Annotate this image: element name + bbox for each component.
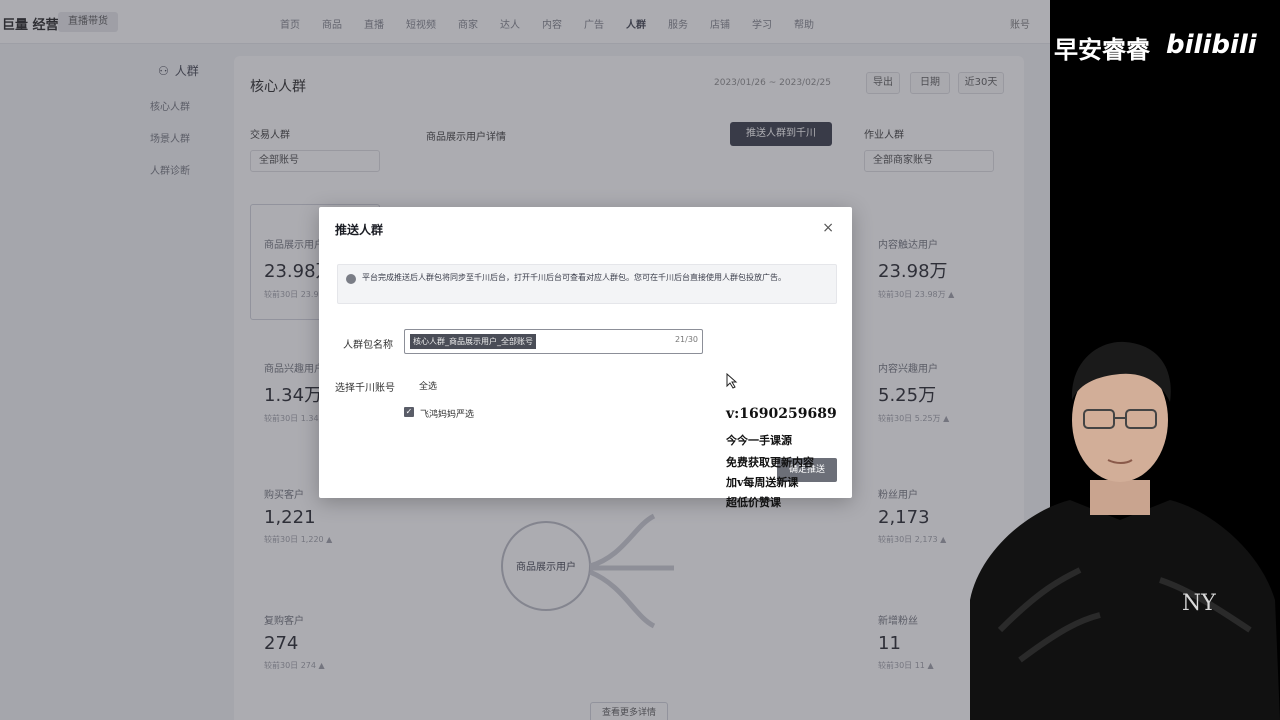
jacket	[970, 500, 1280, 720]
webcam-presenter: NY	[970, 341, 1280, 720]
close-icon[interactable]: ×	[822, 220, 834, 236]
package-name-value: 核心人群_商品展示用户_全部账号	[410, 334, 536, 349]
char-counter: 21/30	[674, 335, 698, 344]
streamer-name: 早安睿睿	[1054, 36, 1150, 64]
package-name-label: 人群包名称	[343, 340, 393, 351]
dialog-title: 推送人群	[335, 223, 384, 237]
watermark-line: 加v每周送新课	[726, 476, 799, 489]
account-option[interactable]: 飞鸿妈妈严选	[420, 407, 474, 420]
screen: 巨量 经营 直播带货 首页 商品 直播 短视频 商家 达人 内容 广告 人群 服务 店铺 学习 帮助 账…	[0, 0, 1280, 720]
info-icon	[346, 274, 356, 284]
checkmark-icon[interactable]: ✓	[404, 407, 414, 417]
watermark-line: 超低价赞课	[726, 496, 781, 509]
mouse-cursor-icon	[726, 373, 738, 389]
watermark-line: 免费获取更新内容	[726, 456, 814, 469]
info-notice: 平台完成推送后人群包将同步至千川后台，打开千川后台可查看对应人群包。您可在千川后…	[337, 264, 837, 304]
watermark-line: 今今一手课源	[726, 434, 792, 447]
account-label: 选择千川账号	[335, 383, 395, 394]
bilibili-logo: bilibili	[1166, 30, 1257, 60]
app-window: 巨量 经营 直播带货 首页 商品 直播 短视频 商家 达人 内容 广告 人群 服务 店铺 学习 帮助 账…	[0, 0, 1050, 720]
package-name-input[interactable]: 核心人群_商品展示用户_全部账号 21/30	[404, 329, 703, 354]
watermark-contact: v:1690259689	[726, 406, 837, 422]
jacket-logo-icon: NY	[1182, 591, 1216, 616]
notice-text: 平台完成推送后人群包将同步至千川后台，打开千川后台可查看对应人群包。您可在千川后…	[362, 273, 786, 282]
select-all-checkbox[interactable]: 全选	[419, 379, 437, 392]
